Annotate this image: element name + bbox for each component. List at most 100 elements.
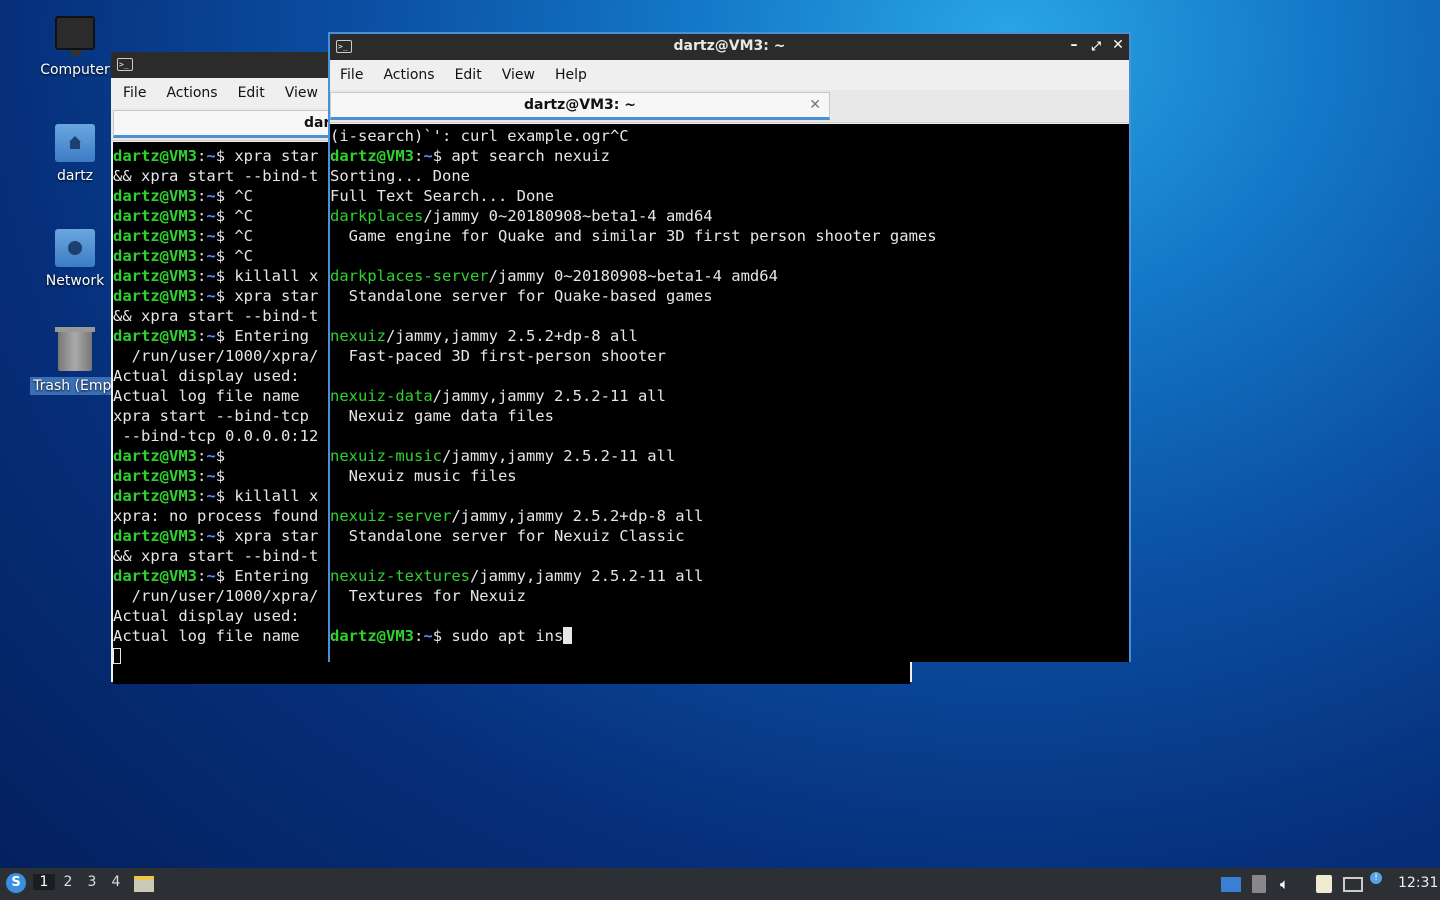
front-window-tab[interactable]: dartz@VM3: ~ ✕ (330, 92, 830, 120)
prompt-path: ~ (206, 267, 216, 285)
line-text: && xpra start --bind-t (113, 307, 319, 325)
tab-close-icon[interactable]: ✕ (809, 93, 821, 117)
menu-view[interactable]: View (275, 85, 328, 101)
menu-help[interactable]: Help (545, 67, 597, 83)
terminal-line (330, 606, 1129, 626)
line-text: Actual display used: (113, 367, 309, 385)
prompt-path: ~ (206, 527, 216, 545)
terminal-line: nexuiz/jammy,jammy 2.5.2+dp-8 all (330, 326, 1129, 346)
tab-title: dartz@VM3: ~ (524, 97, 636, 113)
prompt-separator: : (414, 627, 424, 645)
menu-edit[interactable]: Edit (445, 67, 492, 83)
menu-edit[interactable]: Edit (228, 85, 275, 101)
desktop-icon-label: dartz (56, 168, 94, 184)
prompt-path: ~ (423, 147, 433, 165)
minimize-icon[interactable]: – (1065, 37, 1083, 53)
front-terminal-output[interactable]: (i-search)`': curl example.ogr^C dartz@VM… (330, 124, 1129, 662)
prompt-separator: : (197, 247, 207, 265)
package-name: nexuiz-server (330, 507, 452, 525)
terminal-line: Textures for Nexuiz (330, 586, 1129, 606)
line-text: Actual display used: (113, 607, 309, 625)
line-text: Textures for Nexuiz (330, 587, 526, 605)
front-window-menubar: File Actions Edit View Help (330, 60, 1129, 90)
terminal-line (330, 306, 1129, 326)
prompt-user-host: dartz@VM3 (113, 567, 197, 585)
workspace-2[interactable]: 2 (57, 874, 79, 890)
line-text: $ (215, 447, 226, 465)
menu-view[interactable]: View (492, 67, 545, 83)
notes-icon[interactable] (1316, 875, 1332, 893)
line-text: $ ^C (215, 247, 254, 265)
clock[interactable]: 12:31 (1398, 875, 1438, 891)
desktop-icon-network[interactable]: Network (27, 229, 123, 289)
line-text: $ killall x (215, 267, 319, 285)
tab-title: dar (304, 115, 331, 131)
prompt-user-host: dartz@VM3 (113, 287, 197, 305)
menu-actions[interactable]: Actions (156, 85, 227, 101)
desktop-icon-label: Trash (Empt (30, 377, 120, 395)
package-name: darkplaces-server (330, 267, 489, 285)
clipboard-icon[interactable] (1252, 875, 1266, 893)
line-text: (i-search)`': curl example.ogr^C (330, 127, 629, 145)
menu-file[interactable]: File (330, 67, 373, 83)
prompt-user-host: dartz@VM3 (113, 147, 197, 165)
home-folder-icon (55, 124, 95, 162)
volume-icon[interactable]: 🔈︎ (1280, 875, 1298, 893)
network-status-icon[interactable] (1343, 877, 1363, 892)
line-text: /jammy,jammy 2.5.2+dp-8 all (451, 507, 704, 525)
prompt-separator: : (414, 147, 424, 165)
line-text: Sorting... Done (330, 167, 470, 185)
desktop-icon-home[interactable]: dartz (27, 124, 123, 184)
line-text (330, 427, 339, 445)
menu-file[interactable]: File (113, 85, 156, 101)
terminal-line: darkplaces/jammy 0~20180908~beta1-4 amd6… (330, 206, 1129, 226)
line-text: --bind-tcp 0.0.0.0:12 (113, 427, 319, 445)
prompt-user-host: dartz@VM3 (330, 147, 414, 165)
prompt-path: ~ (206, 227, 216, 245)
line-text: /jammy 0~20180908~beta1-4 amd64 (423, 207, 713, 225)
package-name: nexuiz-textures (330, 567, 470, 585)
workspace-4[interactable]: 4 (105, 874, 127, 890)
line-text: $ apt search nexuiz (432, 147, 610, 165)
window-title: dartz@VM3: ~ (673, 38, 786, 54)
line-text (330, 247, 339, 265)
line-text: $ killall x (215, 487, 319, 505)
prompt-user-host: dartz@VM3 (113, 207, 197, 225)
line-text: $ ^C (215, 227, 254, 245)
desktop-icon-computer[interactable]: Computer (27, 16, 123, 78)
line-text: /run/user/1000/xpra/ (113, 347, 319, 365)
terminal-line: nexuiz-music/jammy,jammy 2.5.2-11 all (330, 446, 1129, 466)
line-text: && xpra start --bind-t (113, 547, 319, 565)
workspace-1[interactable]: 1 (33, 874, 55, 890)
terminal-line: Standalone server for Nexuiz Classic (330, 526, 1129, 546)
file-manager-icon[interactable] (134, 876, 154, 892)
line-text: /jammy,jammy 2.5.2+dp-8 all (386, 327, 638, 345)
package-name: nexuiz-data (330, 387, 433, 405)
terminal-line: Sorting... Done (330, 166, 1129, 186)
terminal-line: Nexuiz music files (330, 466, 1129, 486)
line-text: Nexuiz game data files (330, 407, 554, 425)
desktop-icon-trash[interactable]: Trash (Empt (27, 327, 123, 395)
prompt-separator: : (197, 527, 207, 545)
start-menu-icon[interactable]: S (6, 873, 26, 893)
line-text: && xpra start --bind-t (113, 167, 319, 185)
front-terminal-window[interactable]: >_ dartz@VM3: ~ – ⤢ ✕ File Actions Edit … (328, 32, 1131, 662)
front-window-titlebar[interactable]: >_ dartz@VM3: ~ – ⤢ ✕ (330, 34, 1129, 60)
text-cursor (563, 627, 573, 644)
terminal-line: darkplaces-server/jammy 0~20180908~beta1… (330, 266, 1129, 286)
close-icon[interactable]: ✕ (1109, 37, 1127, 53)
display-icon[interactable] (1221, 877, 1241, 892)
terminal-line: nexuiz-textures/jammy,jammy 2.5.2-11 all (330, 566, 1129, 586)
prompt-separator: : (197, 227, 207, 245)
line-text: $ sudo apt ins (432, 627, 564, 645)
workspace-3[interactable]: 3 (81, 874, 103, 890)
line-text: Fast-paced 3D first-person shooter (330, 347, 666, 365)
prompt-separator: : (197, 567, 207, 585)
update-notification-icon[interactable]: ! (1370, 872, 1382, 884)
terminal-line: (i-search)`': curl example.ogr^C (330, 126, 1129, 146)
prompt-path: ~ (206, 447, 216, 465)
prompt-path: ~ (206, 147, 216, 165)
menu-actions[interactable]: Actions (373, 67, 444, 83)
maximize-icon[interactable]: ⤢ (1087, 39, 1105, 54)
prompt-separator: : (197, 487, 207, 505)
